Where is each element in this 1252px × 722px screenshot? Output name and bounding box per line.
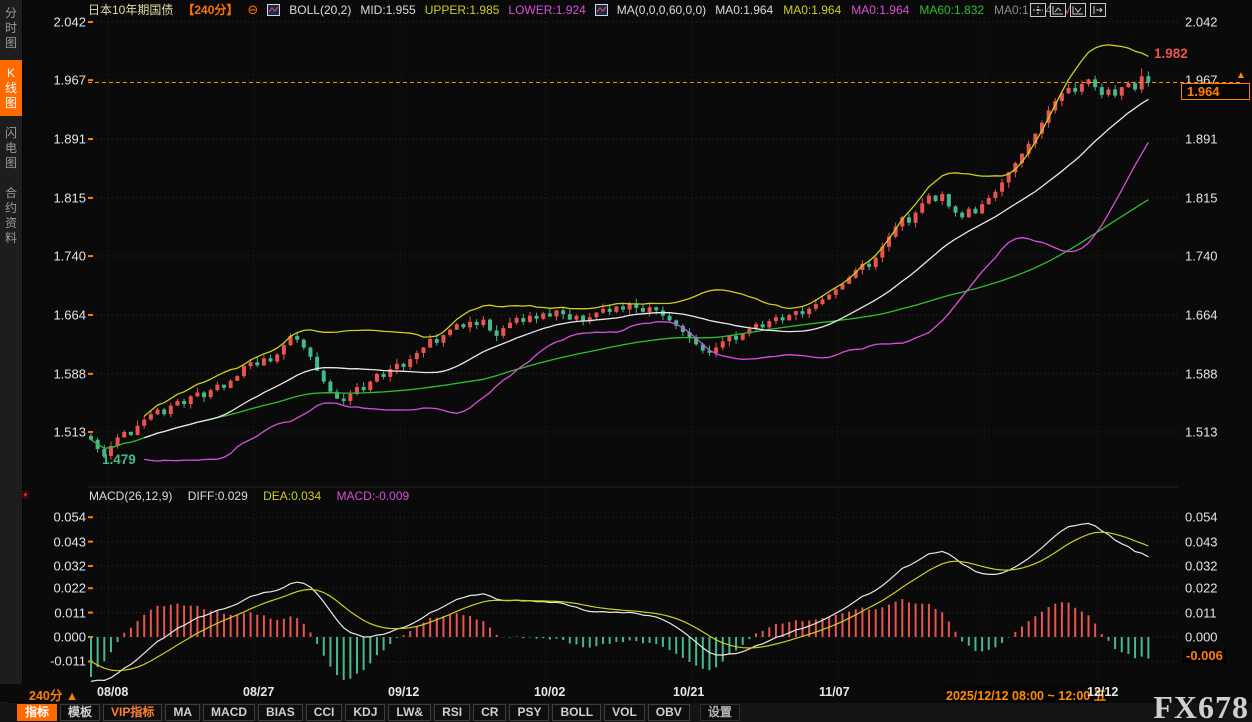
period-arrow-icon: ▲ (66, 689, 78, 703)
ma-settings-icon[interactable] (595, 4, 608, 16)
macd-legend: MACD(26,12,9) DIFF:0.029 DEA:0.034 MACD:… (89, 489, 421, 503)
price-tick-label: 2.042 (1185, 15, 1247, 30)
macd-tick-label: 0.054 (40, 510, 86, 525)
price-tick-label: 1.588 (1185, 366, 1247, 381)
toolbar-LW&[interactable]: LW& (388, 704, 431, 721)
last-price-badge: 1.964 (1181, 83, 1250, 100)
price-tick-label: 1.815 (1185, 190, 1247, 205)
expand-pane-icon[interactable] (1090, 3, 1106, 17)
sidebar-tab-合约资料[interactable]: 合约资料 (0, 180, 22, 251)
macd-diff-label: DIFF:0.029 (188, 489, 248, 503)
sidebar-tab-闪电图[interactable]: 闪电图 (0, 120, 22, 176)
price-tick-label: 1.740 (40, 249, 86, 264)
ma-value-label: MA0:1.964 (783, 3, 841, 17)
macd-tick-label: 0.043 (40, 534, 86, 549)
ma-value-label: MA0:1.964 (851, 3, 909, 17)
macd-tick-label: 0.043 (1185, 534, 1247, 549)
macd-tick-label: 0.000 (40, 630, 86, 645)
price-tick-label: 1.891 (40, 132, 86, 147)
date-tick-label: 11/07 (819, 685, 850, 699)
macd-tick-label: 0.011 (40, 605, 86, 620)
boll-name-label: BOLL(20,2) (289, 3, 351, 17)
sidebar-tab-K线图[interactable]: K线图 (0, 60, 22, 116)
toolbar-VIP指标[interactable]: VIP指标 (103, 704, 162, 721)
time-axis: 240分 ▲ 2025/12/12 08:00 ~ 12:00 五 12/12 … (0, 684, 1252, 702)
price-tick-label: 1.513 (40, 424, 86, 439)
toolbar-VOL[interactable]: VOL (604, 704, 645, 721)
price-tick-label: 1.740 (1185, 249, 1247, 264)
macd-tick-label: 0.054 (1185, 510, 1247, 525)
toolbar-KDJ[interactable]: KDJ (345, 704, 385, 721)
price-tick-label: 1.967 (40, 73, 86, 88)
toolbar-RSI[interactable]: RSI (434, 704, 470, 721)
instrument-title: 日本10年期国债 (88, 1, 173, 18)
sidebar-tab-分时图[interactable]: 分时图 (0, 0, 22, 56)
macd-tick-label: 0.032 (40, 559, 86, 574)
ma-name-label: MA(0,0,0,60,0,0) (617, 3, 706, 17)
price-tick-label: 1.513 (1185, 424, 1247, 439)
toolbar-OBV[interactable]: OBV (648, 704, 690, 721)
period-tag[interactable]: 【240分】 (182, 1, 238, 18)
toolbar-MA[interactable]: MA (165, 704, 200, 721)
indicator-alert-icon[interactable]: ☀ (20, 488, 31, 502)
ma-value-label: MA60:1.832 (919, 3, 984, 17)
price-tick-label: 1.891 (1185, 132, 1247, 147)
price-tick-label: 1.664 (1185, 307, 1247, 322)
macd-tick-label: 0.011 (1185, 605, 1247, 620)
boll-upper-label: UPPER:1.985 (425, 3, 500, 17)
toolbar-CR[interactable]: CR (473, 704, 506, 721)
boll-settings-icon[interactable] (267, 4, 280, 16)
boll-lower-label: LOWER:1.924 (508, 3, 585, 17)
macd-value-badge: -0.006 (1183, 648, 1226, 663)
toolbar-模板[interactable]: 模板 (60, 704, 100, 721)
price-arrow-icon: ▲ (1236, 70, 1246, 81)
collapse-icon[interactable]: ⊖ (247, 3, 258, 16)
toolbar-设置[interactable]: 设置 (700, 704, 740, 721)
price-tick-label: 2.042 (40, 15, 86, 30)
macd-dea-label: DEA:0.034 (263, 489, 321, 503)
date-tick-label: 08/08 (97, 685, 128, 699)
chart-header: 日本10年期国债 【240分】 ⊖ BOLL(20,2) MID:1.955 U… (88, 0, 1116, 19)
zoom-out-chart-icon[interactable] (1070, 3, 1086, 17)
toolbar-BOLL[interactable]: BOLL (552, 704, 601, 721)
price-tick-label: 1.664 (40, 307, 86, 322)
window-icons (1030, 3, 1106, 17)
sidebar: 分时图 K线图闪电图合约资料 (0, 0, 23, 686)
date-tick-label: 09/12 (388, 685, 419, 699)
session-low-label: 1.479 (102, 452, 136, 467)
indicator-toolbar: 指标模板VIP指标MAMACDBIASCCIKDJLW&RSICRPSYBOLL… (0, 703, 1252, 722)
session-range-label: 2025/12/12 08:00 ~ 12:00 五 (944, 685, 1108, 704)
toolbar-CCI[interactable]: CCI (306, 704, 343, 721)
macd-tick-label: 0.022 (40, 581, 86, 596)
toolbar-指标[interactable]: 指标 (17, 704, 57, 721)
toolbar-MACD[interactable]: MACD (203, 704, 255, 721)
date-tick-label: 08/27 (243, 685, 274, 699)
macd-tick-label: 0.000 (1185, 630, 1247, 645)
date-tick-label: 10/02 (534, 685, 565, 699)
boll-mid-label: MID:1.955 (360, 3, 415, 17)
last-date-label: 12/12 (1087, 685, 1118, 699)
toolbar-BIAS[interactable]: BIAS (258, 704, 303, 721)
macd-tick-label: -0.011 (40, 654, 86, 669)
price-tick-label: 1.588 (40, 366, 86, 381)
macd-name-label: MACD(26,12,9) (89, 489, 172, 503)
chart-app: 分时图 K线图闪电图合约资料 日本10年期国债 【240分】 ⊖ BOLL(20,… (0, 0, 1252, 722)
period-selector[interactable]: 240分 ▲ (29, 685, 78, 704)
candlestick-chart[interactable] (88, 18, 1252, 690)
ma-value-label: MA0:1.964 (715, 3, 773, 17)
pan-icon[interactable] (1030, 3, 1046, 17)
price-tick-label: 1.815 (40, 190, 86, 205)
date-tick-label: 10/21 (673, 685, 704, 699)
macd-tick-label: 0.032 (1185, 559, 1247, 574)
macd-tick-label: 0.022 (1185, 581, 1247, 596)
macd-hist-label: MACD:-0.009 (336, 489, 409, 503)
session-high-label: 1.982 (1154, 46, 1188, 61)
toolbar-PSY[interactable]: PSY (509, 704, 549, 721)
zoom-in-chart-icon[interactable] (1050, 3, 1066, 17)
